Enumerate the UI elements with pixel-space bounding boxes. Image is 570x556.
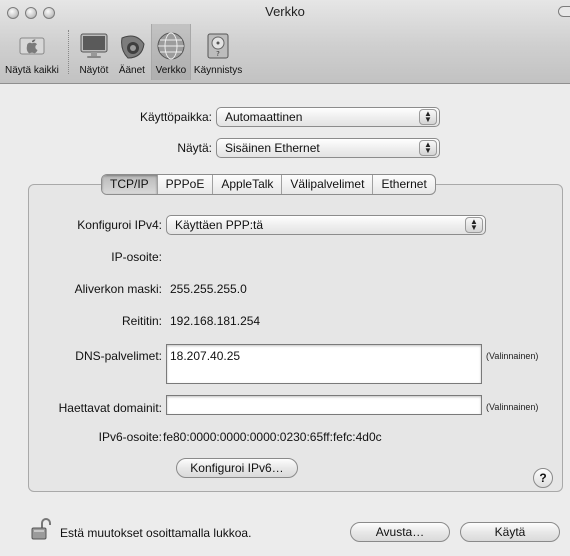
ipv6-address-label: IPv6-osoite:: [98, 430, 162, 444]
search-optional-hint: (Valinnainen): [486, 402, 539, 412]
dns-servers-label: DNS-palvelimet:: [75, 349, 162, 363]
search-domains-label: Haettavat domainit:: [58, 401, 162, 415]
toolbar-separator: [67, 30, 69, 74]
preferences-toolbar: Näytä kaikki Näytöt Äänet Verkko ? Käynn…: [0, 24, 245, 80]
toolbar-item-network[interactable]: Verkko: [150, 24, 191, 80]
toolbar-toggle-button[interactable]: [558, 6, 570, 17]
window-title: Verkko: [265, 4, 305, 19]
tab-ethernet[interactable]: Ethernet: [372, 175, 434, 194]
toolbar-item-sound[interactable]: Äänet: [113, 24, 151, 80]
sound-icon: [116, 30, 148, 62]
network-icon: [155, 30, 187, 62]
location-popup[interactable]: Automaattinen ▲ ▼: [216, 107, 440, 127]
dns-servers-field[interactable]: 18.207.40.25: [166, 344, 482, 384]
apply-button[interactable]: Käytä: [460, 522, 560, 542]
lock-icon[interactable]: [30, 517, 52, 541]
lock-instruction-text: Estä muutokset osoittamalla lukkoa.: [60, 526, 252, 540]
toolbar-label-sound: Äänet: [118, 65, 145, 76]
location-label: Käyttöpaikka:: [139, 110, 212, 124]
ipv6-address-value: fe80:0000:0000:0000:0230:65ff:fefc:4d0c: [163, 430, 382, 444]
configure-ipv4-label: Konfiguroi IPv4:: [77, 218, 162, 232]
toolbar-item-startup-disk[interactable]: ? Käynnistys: [191, 24, 245, 80]
subnet-mask-label: Aliverkon maski:: [74, 282, 162, 296]
network-preferences-window: Verkko Näytä kaikki Näytöt Äänet Verkko …: [0, 0, 570, 556]
configure-ipv6-button[interactable]: Konfiguroi IPv6…: [176, 458, 298, 478]
title-toolbar: Verkko Näytä kaikki Näytöt Äänet Verkko …: [0, 0, 570, 84]
router-label: Reititin:: [121, 314, 162, 328]
configure-ipv4-value: Käyttäen PPP:tä: [175, 218, 264, 232]
toolbar-label-show-all: Näytä kaikki: [5, 65, 59, 76]
popup-arrows-icon: ▲ ▼: [419, 109, 437, 125]
ip-address-label: IP-osoite:: [111, 250, 162, 264]
show-popup[interactable]: Sisäinen Ethernet ▲ ▼: [216, 138, 440, 158]
toolbar-label-displays: Näytöt: [79, 65, 109, 76]
assist-button[interactable]: Avusta…: [350, 522, 450, 542]
router-value: 192.168.181.254: [170, 314, 261, 328]
toolbar-label-startup-disk: Käynnistys: [193, 65, 243, 76]
popup-arrows-icon: ▲ ▼: [419, 140, 437, 156]
dns-optional-hint: (Valinnainen): [486, 351, 539, 361]
startup-disk-icon: ?: [202, 30, 234, 62]
tab-bar: TCP/IP PPPoE AppleTalk Välipalvelimet Et…: [101, 174, 436, 195]
search-domains-field[interactable]: [166, 395, 482, 415]
location-value: Automaattinen: [225, 110, 303, 124]
svg-text:?: ?: [216, 50, 220, 58]
toolbar-item-displays[interactable]: Näytöt: [75, 24, 113, 80]
tab-proxies[interactable]: Välipalvelimet: [281, 175, 372, 194]
help-button[interactable]: ?: [533, 468, 553, 488]
toolbar-item-show-all[interactable]: Näytä kaikki: [2, 24, 62, 80]
toolbar-label-network: Verkko: [155, 65, 187, 76]
popup-arrows-icon: ▲ ▼: [465, 217, 483, 233]
show-value: Sisäinen Ethernet: [225, 141, 320, 155]
tab-pppoe[interactable]: PPPoE: [156, 175, 213, 194]
configure-ipv4-popup[interactable]: Käyttäen PPP:tä ▲ ▼: [166, 215, 486, 235]
show-label: Näytä:: [177, 141, 212, 155]
tab-tcpip[interactable]: TCP/IP: [102, 175, 157, 194]
displays-icon: [78, 30, 110, 62]
subnet-mask-value: 255.255.255.0: [170, 282, 247, 296]
show-all-icon: [16, 30, 48, 62]
tab-appletalk[interactable]: AppleTalk: [212, 175, 281, 194]
